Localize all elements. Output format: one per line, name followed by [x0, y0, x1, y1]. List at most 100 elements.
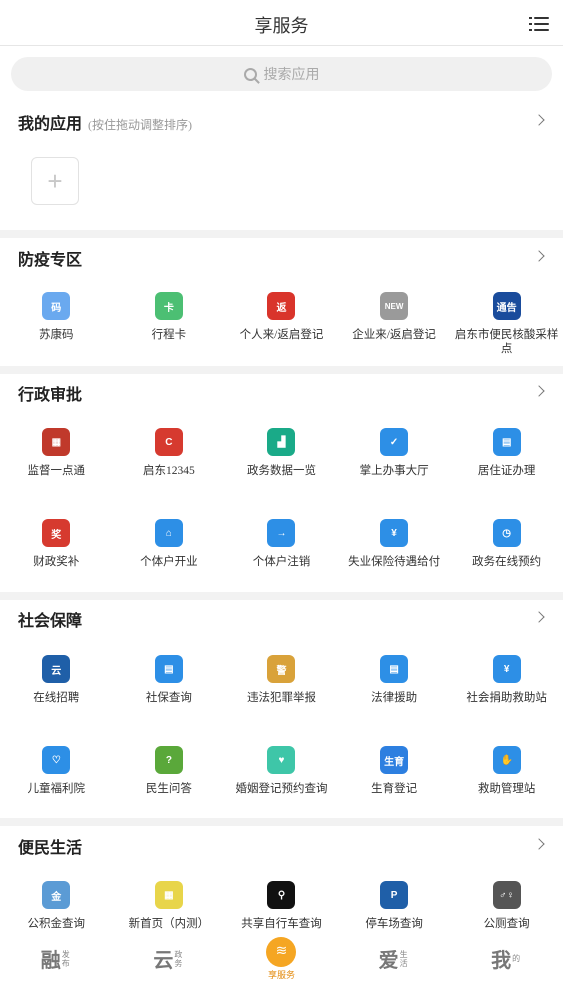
app-label: 启东市便民核酸采样点 [454, 329, 559, 355]
tab-ai[interactable]: 爱生活 [338, 935, 451, 982]
app-item[interactable]: → 个体户注销 [225, 519, 338, 569]
app-item[interactable]: ♥ 婚姻登记预约查询 [225, 746, 338, 796]
app-grid-row: ▦ 监督一点通 C 启东12345 ▟ 政务数据一览 ✓ 掌上办事大厅 ▤ 居住证办理 [0, 428, 563, 478]
app-label: 政务在线预约 [472, 556, 542, 568]
tab-wo[interactable]: 我的 [450, 935, 563, 982]
hotline-icon: C [154, 428, 183, 456]
police-report-icon: 警 [267, 655, 296, 683]
app-label: 行程卡 [151, 329, 187, 341]
app-item[interactable]: ▟ 政务数据一览 [225, 428, 338, 478]
search-placeholder: 搜索应用 [263, 68, 320, 83]
add-app-button[interactable]: + [31, 157, 79, 205]
chevron-right-icon[interactable] [533, 838, 545, 850]
calendar-icon: ◷ [492, 519, 521, 547]
app-label: 停车场查询 [365, 918, 423, 930]
tab-big-char: 我 [491, 950, 512, 972]
app-item[interactable]: 金公积金查询 [0, 881, 113, 931]
app-label: 个体户注销 [252, 556, 311, 568]
app-item[interactable]: P 停车场查询 [338, 881, 451, 931]
stack-icon: ≋ [266, 936, 297, 967]
app-label: 监督一点通 [27, 465, 86, 477]
enterprise-register-icon: NEW [380, 292, 409, 320]
page-title: 享服务 [254, 16, 309, 36]
section-title: 社会保障 [18, 613, 83, 630]
section-header: 行政审批 [18, 381, 82, 405]
tab-small-text: 政务 [174, 949, 183, 968]
app-item[interactable]: 云在线招聘 [0, 655, 113, 705]
social-security-icon: ▤ [154, 655, 183, 683]
app-grid-row: 码苏康码卡行程卡返个人来/返启登记 NEW 企业来/返启登记 通告 启东市便民核酸采样点 [0, 292, 563, 356]
tab-big-char: 云 [153, 950, 174, 972]
app-item[interactable]: 卡行程卡 [113, 292, 226, 356]
section-divider [0, 230, 563, 238]
tab-yun[interactable]: 云政务 [113, 935, 226, 982]
app-item[interactable]: C 启东12345 [113, 428, 226, 478]
app-item[interactable]: ¥ 失业保险待遇给付 [338, 519, 451, 569]
app-label: 个人来/返启登记 [239, 329, 324, 341]
my-apps-hint: (按住拖动调整排序) [88, 118, 193, 132]
app-item[interactable]: ▤ 法律援助 [338, 655, 451, 705]
app-item[interactable]: ¥ 社会捐助救助站 [450, 655, 563, 705]
tab-small-text: 发布 [61, 949, 70, 968]
qr-supervision-icon: ▦ [42, 428, 71, 456]
menu-list-icon[interactable] [529, 17, 549, 32]
my-apps-header: 我的应用 (按住拖动调整排序) [18, 110, 192, 134]
tab-rong[interactable]: 融发布 [0, 935, 113, 982]
health-code-icon: 码 [42, 292, 71, 320]
app-item[interactable]: 生育 生育登记 [338, 746, 451, 796]
notice-icon: 通告 [492, 292, 521, 320]
app-label: 公积金查询 [27, 918, 86, 930]
app-item[interactable]: ♂♀ 公厕查询 [450, 881, 563, 931]
app-label: 苏康码 [39, 329, 74, 341]
app-grid-row: 云在线招聘 ▤ 社保查询 警违法犯罪举报 ▤ 法律援助 ¥ 社会捐助救助站 [0, 655, 563, 705]
app-grid-row: 金公积金查询 ▦ 新首页（内测） ⚲ 共享自行车查询 P 停车场查询 ♂♀ 公厕查询 [0, 881, 563, 931]
app-item[interactable]: ◷ 政务在线预约 [450, 519, 563, 569]
app-item[interactable]: ? 民生问答 [113, 746, 226, 796]
app-grid-row: ♡ 儿童福利院? 民生问答 ♥ 婚姻登记预约查询 生育 生育登记 ✋ 救助管理站 [0, 746, 563, 796]
logout-icon: → [267, 519, 296, 547]
section-divider [0, 592, 563, 600]
app-item[interactable]: 警违法犯罪举报 [225, 655, 338, 705]
app-item[interactable]: ✋ 救助管理站 [450, 746, 563, 796]
app-item[interactable]: ▤ 社保查询 [113, 655, 226, 705]
app-item[interactable]: ▤ 居住证办理 [450, 428, 563, 478]
app-item[interactable]: ✓ 掌上办事大厅 [338, 428, 451, 478]
app-item[interactable]: 奖财政奖补 [0, 519, 113, 569]
bottom-tab-bar: 融发布云政务 ≋ 享服务爱生活我的 [0, 935, 563, 982]
tab-small-text: 生活 [399, 949, 408, 968]
my-apps-title: 我的应用 [18, 116, 83, 133]
chevron-right-icon[interactable] [533, 611, 545, 623]
app-label: 救助管理站 [477, 783, 536, 795]
search-input[interactable]: 搜索应用 [11, 57, 552, 91]
housing-fund-icon: 金 [42, 881, 71, 909]
tab-xiang[interactable]: ≋ 享服务 [225, 935, 338, 982]
insurance-icon: ¥ [380, 519, 409, 547]
app-label: 儿童福利院 [27, 783, 86, 795]
shop-open-icon: ⌂ [154, 519, 183, 547]
app-label: 违法犯罪举报 [246, 692, 316, 704]
chevron-right-icon[interactable] [533, 385, 545, 397]
app-item[interactable]: 返个人来/返启登记 [225, 292, 338, 356]
app-item[interactable]: ⚲ 共享自行车查询 [225, 881, 338, 931]
chevron-right-icon[interactable] [533, 250, 545, 262]
app-label: 财政奖补 [33, 556, 80, 568]
qa-icon: ? [154, 746, 183, 774]
app-item[interactable]: NEW 企业来/返启登记 [338, 292, 451, 356]
app-label: 社会捐助救助站 [466, 692, 547, 704]
app-item[interactable]: 码苏康码 [0, 292, 113, 356]
marriage-icon: ♥ [267, 746, 296, 774]
section-title: 行政审批 [18, 387, 83, 404]
app-label: 失业保险待遇给付 [348, 556, 441, 568]
app-item[interactable]: ⌂ 个体户开业 [113, 519, 226, 569]
app-item[interactable]: ▦ 新首页（内测） [113, 881, 226, 931]
app-item[interactable]: ♡ 儿童福利院 [0, 746, 113, 796]
app-item[interactable]: 通告启东市便民核酸采样点 [450, 292, 563, 356]
app-label: 生育登记 [371, 783, 418, 795]
section-header: 便民生活 [18, 834, 82, 858]
parking-icon: P [380, 881, 409, 909]
app-label: 企业来/返启登记 [352, 329, 436, 341]
app-label: 个体户开业 [140, 556, 198, 568]
app-label: 婚姻登记预约查询 [235, 783, 328, 795]
app-item[interactable]: ▦ 监督一点通 [0, 428, 113, 478]
chevron-right-icon[interactable] [533, 114, 545, 126]
